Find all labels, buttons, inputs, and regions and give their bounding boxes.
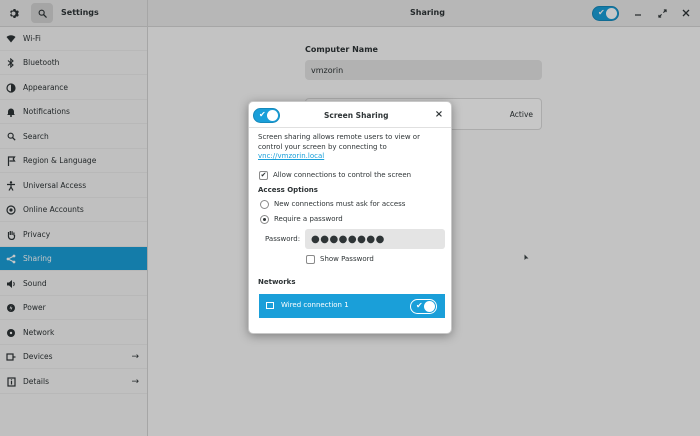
password-label: Password: xyxy=(265,235,301,243)
mouse-cursor-icon xyxy=(524,254,529,263)
require-password-label: Require a password xyxy=(274,215,343,223)
vnc-link[interactable]: vnc://vmzorin.local xyxy=(258,152,324,160)
check-icon: ✔ xyxy=(416,301,423,310)
description-text: Screen sharing allows remote users to vi… xyxy=(258,133,420,151)
show-password-label: Show Password xyxy=(320,255,374,263)
networks-heading: Networks xyxy=(258,278,296,286)
monitor-icon xyxy=(266,302,274,309)
show-password-checkbox[interactable] xyxy=(306,254,315,264)
toggle-knob xyxy=(267,110,278,121)
screen-sharing-toggle[interactable]: ✔ xyxy=(253,108,280,123)
password-field[interactable]: ●●●●●●●● xyxy=(305,229,445,249)
ask-access-label: New connections must ask for access xyxy=(274,200,406,208)
close-icon[interactable]: × xyxy=(434,109,444,121)
check-icon: ✔ xyxy=(259,110,266,119)
allow-control-checkbox[interactable]: ✔ xyxy=(259,170,268,180)
network-row[interactable]: Wired connection 1 ✔ xyxy=(259,294,445,318)
settings-window: Settings Sharing ✔ Wi-Fi Bluetooth Appea… xyxy=(0,0,700,436)
allow-control-row[interactable]: ✔ Allow connections to control the scree… xyxy=(259,169,411,181)
network-toggle[interactable]: ✔ xyxy=(410,299,437,314)
screen-sharing-dialog: ✔ Screen Sharing × Screen sharing allows… xyxy=(248,101,452,334)
dialog-description: Screen sharing allows remote users to vi… xyxy=(258,133,446,162)
show-password-row[interactable]: Show Password xyxy=(306,253,374,265)
require-password-option[interactable]: Require a password xyxy=(260,213,343,225)
ask-access-option[interactable]: New connections must ask for access xyxy=(260,198,405,210)
allow-control-label: Allow connections to control the screen xyxy=(273,171,412,179)
access-options-heading: Access Options xyxy=(258,186,318,194)
ask-access-radio[interactable] xyxy=(260,199,269,209)
dialog-header: ✔ Screen Sharing × xyxy=(249,102,451,128)
network-name: Wired connection 1 xyxy=(281,301,349,309)
dialog-title: Screen Sharing xyxy=(324,111,389,120)
require-password-radio[interactable] xyxy=(260,214,269,224)
toggle-knob xyxy=(424,301,435,312)
